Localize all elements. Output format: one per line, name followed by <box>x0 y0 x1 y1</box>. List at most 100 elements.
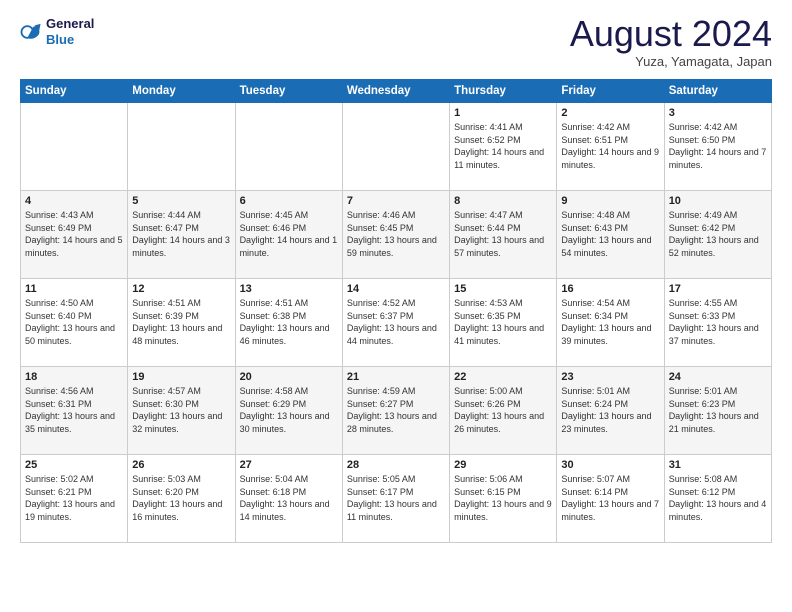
day-info: Sunrise: 4:48 AMSunset: 6:43 PMDaylight:… <box>561 209 659 259</box>
day-info: Sunrise: 4:56 AMSunset: 6:31 PMDaylight:… <box>25 385 123 435</box>
day-cell: 23 Sunrise: 5:01 AMSunset: 6:24 PMDayligh… <box>557 367 664 455</box>
day-number: 27 <box>240 459 338 471</box>
day-number: 29 <box>454 459 552 471</box>
day-info: Sunrise: 4:45 AMSunset: 6:46 PMDaylight:… <box>240 209 338 259</box>
day-number: 1 <box>454 107 552 119</box>
day-number: 24 <box>669 371 767 383</box>
day-info: Sunrise: 4:53 AMSunset: 6:35 PMDaylight:… <box>454 297 552 347</box>
day-number: 11 <box>25 283 123 295</box>
weekday-saturday: Saturday <box>664 80 771 103</box>
day-number: 13 <box>240 283 338 295</box>
week-row-3: 11 Sunrise: 4:50 AMSunset: 6:40 PMDayligh… <box>21 279 772 367</box>
weekday-sunday: Sunday <box>21 80 128 103</box>
day-number: 4 <box>25 195 123 207</box>
week-row-2: 4 Sunrise: 4:43 AMSunset: 6:49 PMDaylight… <box>21 191 772 279</box>
weekday-monday: Monday <box>128 80 235 103</box>
day-cell <box>342 103 449 191</box>
weekday-tuesday: Tuesday <box>235 80 342 103</box>
header: General Blue August 2024 Yuza, Yamagata,… <box>20 16 772 69</box>
day-cell: 27 Sunrise: 5:04 AMSunset: 6:18 PMDayligh… <box>235 455 342 543</box>
day-cell: 20 Sunrise: 4:58 AMSunset: 6:29 PMDayligh… <box>235 367 342 455</box>
day-number: 3 <box>669 107 767 119</box>
day-cell: 1Sunrise: 4:41 AMSunset: 6:52 PMDaylight… <box>450 103 557 191</box>
day-cell: 11 Sunrise: 4:50 AMSunset: 6:40 PMDayligh… <box>21 279 128 367</box>
day-cell: 9Sunrise: 4:48 AMSunset: 6:43 PMDaylight… <box>557 191 664 279</box>
day-number: 26 <box>132 459 230 471</box>
week-row-5: 25 Sunrise: 5:02 AMSunset: 6:21 PMDayligh… <box>21 455 772 543</box>
day-number: 15 <box>454 283 552 295</box>
day-info: Sunrise: 5:04 AMSunset: 6:18 PMDaylight:… <box>240 473 338 523</box>
day-number: 16 <box>561 283 659 295</box>
day-cell: 21Sunrise: 4:59 AMSunset: 6:27 PMDayligh… <box>342 367 449 455</box>
logo: General Blue <box>20 16 94 47</box>
day-cell: 2Sunrise: 4:42 AMSunset: 6:51 PMDaylight… <box>557 103 664 191</box>
day-info: Sunrise: 5:05 AMSunset: 6:17 PMDaylight:… <box>347 473 445 523</box>
weekday-thursday: Thursday <box>450 80 557 103</box>
day-cell: 31Sunrise: 5:08 AMSunset: 6:12 PMDayligh… <box>664 455 771 543</box>
day-info: Sunrise: 5:02 AMSunset: 6:21 PMDaylight:… <box>25 473 123 523</box>
logo-icon <box>20 21 42 43</box>
day-number: 23 <box>561 371 659 383</box>
calendar-page: General Blue August 2024 Yuza, Yamagata,… <box>0 0 792 612</box>
day-number: 20 <box>240 371 338 383</box>
day-number: 8 <box>454 195 552 207</box>
day-number: 17 <box>669 283 767 295</box>
day-info: Sunrise: 4:43 AMSunset: 6:49 PMDaylight:… <box>25 209 123 259</box>
day-info: Sunrise: 4:42 AMSunset: 6:50 PMDaylight:… <box>669 121 767 171</box>
day-info: Sunrise: 5:03 AMSunset: 6:20 PMDaylight:… <box>132 473 230 523</box>
day-info: Sunrise: 5:00 AMSunset: 6:26 PMDaylight:… <box>454 385 552 435</box>
day-cell: 29 Sunrise: 5:06 AMSunset: 6:15 PMDayligh… <box>450 455 557 543</box>
day-cell: 16Sunrise: 4:54 AMSunset: 6:34 PMDayligh… <box>557 279 664 367</box>
day-number: 25 <box>25 459 123 471</box>
day-info: Sunrise: 5:01 AMSunset: 6:23 PMDaylight:… <box>669 385 767 435</box>
day-info: Sunrise: 5:01 AMSunset: 6:24 PMDaylight:… <box>561 385 659 435</box>
day-number: 6 <box>240 195 338 207</box>
day-cell: 7 Sunrise: 4:46 AMSunset: 6:45 PMDaylight… <box>342 191 449 279</box>
week-row-1: 1Sunrise: 4:41 AMSunset: 6:52 PMDaylight… <box>21 103 772 191</box>
month-year: August 2024 <box>570 16 772 52</box>
day-info: Sunrise: 5:07 AMSunset: 6:14 PMDaylight:… <box>561 473 659 523</box>
day-number: 12 <box>132 283 230 295</box>
day-cell: 18 Sunrise: 4:56 AMSunset: 6:31 PMDayligh… <box>21 367 128 455</box>
day-number: 7 <box>347 195 445 207</box>
day-cell: 22 Sunrise: 5:00 AMSunset: 6:26 PMDayligh… <box>450 367 557 455</box>
day-info: Sunrise: 4:57 AMSunset: 6:30 PMDaylight:… <box>132 385 230 435</box>
title-block: August 2024 Yuza, Yamagata, Japan <box>570 16 772 69</box>
day-info: Sunrise: 4:44 AMSunset: 6:47 PMDaylight:… <box>132 209 230 259</box>
day-cell: 28 Sunrise: 5:05 AMSunset: 6:17 PMDayligh… <box>342 455 449 543</box>
day-cell: 10 Sunrise: 4:49 AMSunset: 6:42 PMDayligh… <box>664 191 771 279</box>
day-cell: 24 Sunrise: 5:01 AMSunset: 6:23 PMDayligh… <box>664 367 771 455</box>
day-cell <box>235 103 342 191</box>
day-cell: 12Sunrise: 4:51 AMSunset: 6:39 PMDayligh… <box>128 279 235 367</box>
day-number: 18 <box>25 371 123 383</box>
day-info: Sunrise: 4:58 AMSunset: 6:29 PMDaylight:… <box>240 385 338 435</box>
weekday-friday: Friday <box>557 80 664 103</box>
day-cell: 5 Sunrise: 4:44 AMSunset: 6:47 PMDaylight… <box>128 191 235 279</box>
day-info: Sunrise: 4:49 AMSunset: 6:42 PMDaylight:… <box>669 209 767 259</box>
day-cell <box>128 103 235 191</box>
day-cell: 4 Sunrise: 4:43 AMSunset: 6:49 PMDaylight… <box>21 191 128 279</box>
day-info: Sunrise: 5:06 AMSunset: 6:15 PMDaylight:… <box>454 473 552 523</box>
day-cell <box>21 103 128 191</box>
day-cell: 3 Sunrise: 4:42 AMSunset: 6:50 PMDaylight… <box>664 103 771 191</box>
day-number: 28 <box>347 459 445 471</box>
day-number: 22 <box>454 371 552 383</box>
day-info: Sunrise: 4:50 AMSunset: 6:40 PMDaylight:… <box>25 297 123 347</box>
day-number: 21 <box>347 371 445 383</box>
weekday-header-row: SundayMondayTuesdayWednesdayThursdayFrid… <box>21 80 772 103</box>
day-cell: 17Sunrise: 4:55 AMSunset: 6:33 PMDayligh… <box>664 279 771 367</box>
week-row-4: 18 Sunrise: 4:56 AMSunset: 6:31 PMDayligh… <box>21 367 772 455</box>
day-cell: 6 Sunrise: 4:45 AMSunset: 6:46 PMDaylight… <box>235 191 342 279</box>
day-cell: 19Sunrise: 4:57 AMSunset: 6:30 PMDayligh… <box>128 367 235 455</box>
day-info: Sunrise: 4:52 AMSunset: 6:37 PMDaylight:… <box>347 297 445 347</box>
day-info: Sunrise: 4:46 AMSunset: 6:45 PMDaylight:… <box>347 209 445 259</box>
calendar-table: SundayMondayTuesdayWednesdayThursdayFrid… <box>20 79 772 543</box>
day-number: 10 <box>669 195 767 207</box>
day-number: 14 <box>347 283 445 295</box>
day-cell: 30 Sunrise: 5:07 AMSunset: 6:14 PMDayligh… <box>557 455 664 543</box>
day-number: 30 <box>561 459 659 471</box>
day-number: 5 <box>132 195 230 207</box>
location: Yuza, Yamagata, Japan <box>570 54 772 69</box>
day-number: 31 <box>669 459 767 471</box>
day-cell: 13Sunrise: 4:51 AMSunset: 6:38 PMDayligh… <box>235 279 342 367</box>
